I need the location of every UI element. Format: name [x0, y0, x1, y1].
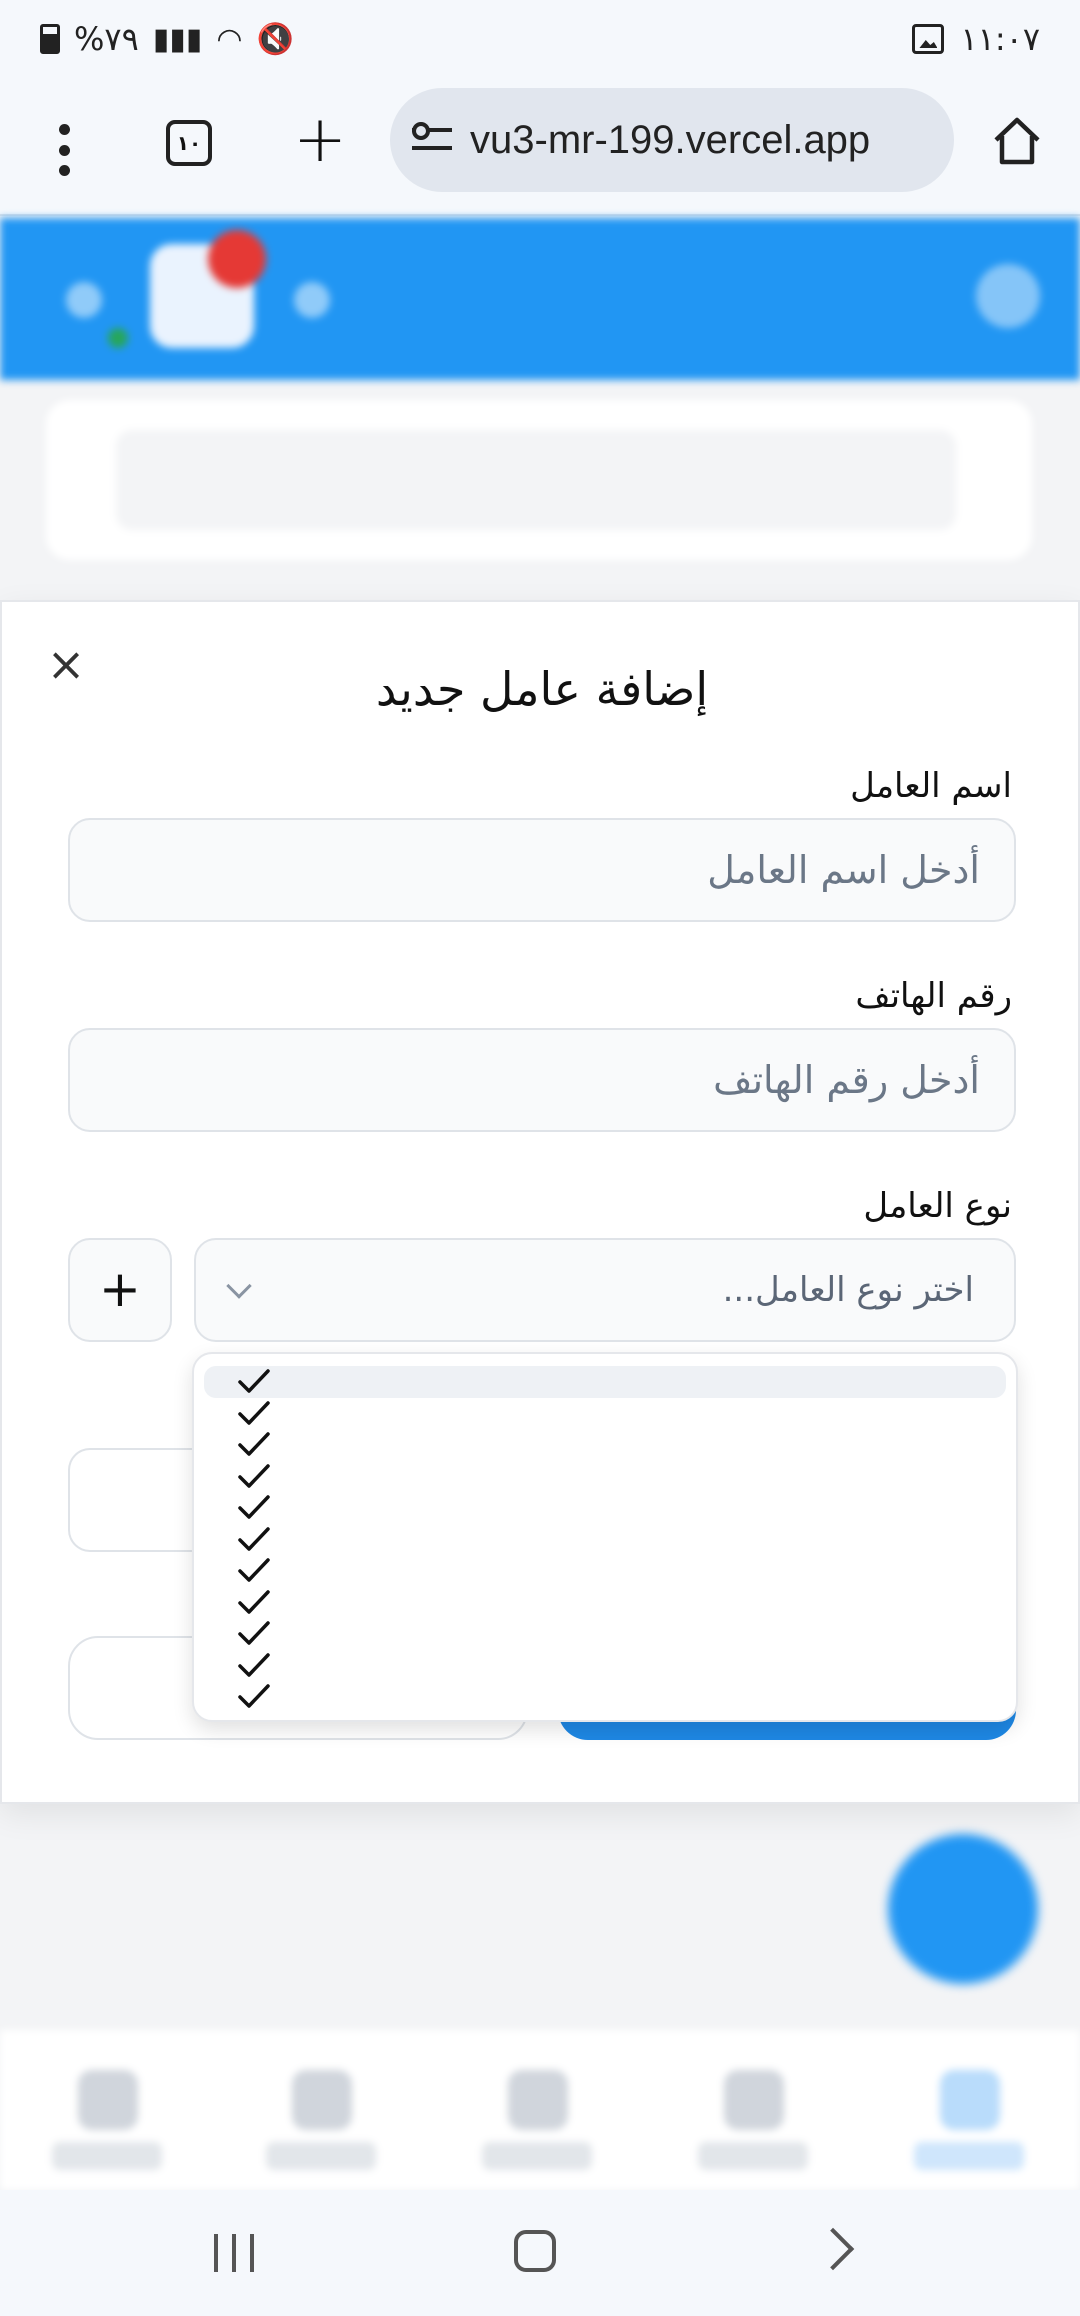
check-icon [238, 1463, 270, 1488]
address-bar[interactable]: vu3-mr-199.vercel.app [390, 88, 954, 192]
worker-type-dropdown [192, 1352, 1018, 1722]
nav-workers-label [482, 2142, 592, 2170]
nav-workers-icon [508, 2070, 568, 2130]
home-button-icon[interactable] [514, 2230, 556, 2272]
dropdown-option[interactable] [204, 1587, 1006, 1619]
add-worker-type-button[interactable]: + [68, 1238, 172, 1342]
dropdown-option[interactable] [204, 1681, 1006, 1713]
dropdown-option[interactable] [204, 1618, 1006, 1650]
worker-type-select[interactable]: اختر نوع العامل... [194, 1238, 1016, 1342]
nav-projects-icon [724, 2070, 784, 2130]
worker-name-placeholder: أدخل اسم العامل [707, 848, 980, 892]
dialog-title: إضافة عامل جديد [375, 662, 709, 716]
app-logo-icon [976, 264, 1040, 328]
tab-count: ١٠ [176, 131, 202, 155]
nav-more-label [52, 2142, 162, 2170]
dropdown-option[interactable] [204, 1650, 1006, 1682]
phone-label: رقم الهاتف [855, 976, 1012, 1016]
check-icon [238, 1652, 270, 1677]
browser-toolbar: ١٠ + vu3-mr-199.vercel.app [0, 84, 1080, 216]
gallery-notification-icon [912, 24, 945, 54]
check-icon [238, 1589, 270, 1614]
phone-input[interactable]: أدخل رقم الهاتف [68, 1028, 1016, 1132]
check-icon [238, 1684, 270, 1708]
background-select [116, 430, 956, 530]
nav-suppliers-icon [292, 2070, 352, 2130]
wifi-icon: ◠ [216, 21, 243, 57]
tab-switcher-button[interactable]: ١٠ [166, 120, 212, 166]
signal-icon: ▮▮▮ [152, 21, 203, 57]
background-add-fab [888, 1834, 1038, 1984]
dropdown-option[interactable] [204, 1398, 1006, 1430]
online-indicator [108, 328, 128, 348]
background-filter-card [46, 400, 1032, 560]
check-icon [238, 1432, 270, 1456]
worker-type-placeholder: اختر نوع العامل... [722, 1270, 974, 1310]
check-icon [238, 1400, 270, 1425]
url-text: vu3-mr-199.vercel.app [470, 117, 871, 162]
dropdown-option[interactable] [204, 1429, 1006, 1461]
nav-projects-label [698, 2142, 808, 2170]
check-icon [238, 1558, 270, 1582]
dropdown-option[interactable] [204, 1524, 1006, 1556]
dropdown-option[interactable] [204, 1555, 1006, 1587]
check-icon [238, 1526, 270, 1551]
mute-icon: 🔇 [256, 21, 294, 57]
chevron-down-icon [226, 1273, 252, 1299]
phone-placeholder: أدخل رقم الهاتف [713, 1058, 980, 1102]
dropdown-option[interactable] [204, 1366, 1006, 1398]
back-icon[interactable] [811, 2227, 855, 2271]
more-menu-icon[interactable] [42, 118, 86, 182]
site-settings-icon[interactable] [412, 122, 452, 158]
settings-icon [294, 282, 330, 318]
status-right: ١١:٠٧ [912, 20, 1040, 58]
nav-home-icon [940, 2070, 1000, 2130]
check-icon [238, 1621, 270, 1645]
worker-type-label: نوع العامل [863, 1186, 1012, 1226]
recent-apps-icon[interactable] [214, 2234, 254, 2272]
system-navigation-bar [0, 2190, 1080, 2316]
menu-icon [66, 282, 102, 318]
check-icon [238, 1369, 270, 1393]
clock: ١١:٠٧ [960, 20, 1040, 58]
battery-icon [40, 24, 60, 54]
status-bar: %٧٩ ▮▮▮ ◠ 🔇 ١١:٠٧ [0, 0, 1080, 84]
app-header-background [0, 218, 1080, 380]
check-icon [238, 1495, 270, 1519]
nav-more-icon [78, 2070, 138, 2130]
dropdown-option[interactable] [204, 1492, 1006, 1524]
new-tab-button[interactable]: + [290, 108, 350, 172]
dropdown-option[interactable] [204, 1461, 1006, 1493]
background-bottom-nav [0, 2030, 1080, 2190]
notification-badge [208, 230, 266, 288]
nav-home-label [914, 2142, 1024, 2170]
battery-level: %٧٩ [74, 20, 139, 58]
home-icon[interactable] [990, 114, 1044, 168]
nav-suppliers-label [266, 2142, 376, 2170]
worker-name-input[interactable]: أدخل اسم العامل [68, 818, 1016, 922]
worker-name-label: اسم العامل [850, 766, 1012, 806]
status-left: %٧٩ ▮▮▮ ◠ 🔇 [40, 20, 294, 58]
